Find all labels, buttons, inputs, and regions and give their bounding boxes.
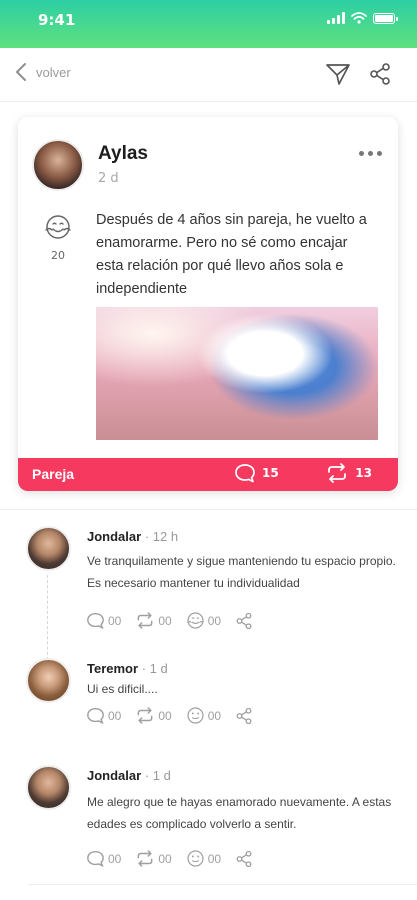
wifi-icon [351, 12, 367, 24]
repost-count: 00 [158, 613, 172, 628]
avatar[interactable] [26, 526, 71, 571]
comment-header: Teremor · 1 d [87, 661, 168, 676]
comment-author[interactable]: Jondalar [87, 529, 141, 544]
reply-button[interactable]: 00 [86, 850, 121, 867]
react-button[interactable]: 00 [186, 849, 221, 868]
divider [0, 509, 417, 510]
repost-button[interactable]: 00 [135, 850, 172, 867]
hug-emoji-icon [186, 612, 204, 629]
post-footer: Pareja 15 13 [18, 458, 398, 491]
repost-count: 00 [158, 708, 172, 723]
repost-count: 00 [158, 851, 172, 866]
comment-actions: 00 00 00 [86, 706, 253, 725]
reaction-count: 00 [207, 613, 222, 628]
comment: Teremor · 1 d Ui es dificil.... 00 00 00 [0, 658, 417, 738]
emoji-icon [187, 707, 204, 724]
nav-actions [325, 62, 391, 86]
reply-count: 00 [108, 613, 122, 628]
hug-emoji-icon [45, 215, 71, 239]
comment-text: Ui es dificil.... [87, 682, 158, 696]
top-nav: volver [0, 48, 417, 102]
more-icon[interactable] [355, 147, 386, 160]
comment: Jondalar · 12 h Ve tranquilamente y sigu… [0, 524, 417, 640]
reaction-count: 00 [207, 851, 222, 866]
shares-count: 13 [355, 466, 372, 480]
comment-actions: 00 00 00 [86, 849, 253, 868]
status-icons [327, 12, 398, 24]
status-bar: 9:41 [0, 0, 417, 48]
reply-button[interactable]: 00 [86, 612, 121, 629]
repost-button[interactable]: 13 [325, 463, 372, 483]
back-button[interactable]: volver [14, 62, 71, 82]
repost-icon [328, 463, 347, 483]
comment-text: Ve tranquilamente y sigue manteniendo tu… [87, 554, 396, 590]
comment-icon [235, 464, 255, 483]
reply-count: 00 [108, 708, 122, 723]
repost-icon [137, 707, 153, 724]
comment-text: Me alegro que te hayas enamorado nuevame… [87, 795, 392, 831]
comment-author[interactable]: Jondalar [87, 768, 141, 783]
comment-author[interactable]: Teremor [87, 661, 138, 676]
comments-count: 15 [262, 466, 279, 480]
back-chevron-icon [16, 63, 26, 81]
reply-button[interactable]: 00 [86, 707, 121, 724]
status-time: 9:41 [38, 11, 76, 29]
reaction-count: 00 [207, 708, 222, 723]
comment-time: · 12 h [144, 529, 179, 544]
signal-icon [327, 12, 345, 24]
repost-icon [137, 612, 153, 629]
comment-time: · 1 d [144, 768, 171, 783]
reply-count: 00 [108, 851, 122, 866]
post-image[interactable] [96, 307, 378, 440]
post-card[interactable]: Aylas 2 d 20 Después de 4 años sin parej… [18, 117, 398, 491]
react-button[interactable]: 00 [186, 706, 221, 725]
repost-button[interactable]: 00 [135, 707, 172, 724]
repost-button[interactable]: 00 [135, 612, 172, 629]
comment-icon [87, 612, 104, 629]
comment-actions: 00 00 00 [86, 611, 253, 630]
avatar[interactable] [26, 658, 71, 703]
post-reaction[interactable]: 20 [40, 213, 76, 262]
post-time: 2 d [98, 171, 119, 186]
share-icon[interactable] [369, 62, 391, 86]
share-icon[interactable] [235, 612, 253, 630]
post-category[interactable]: Pareja [32, 466, 74, 482]
post-author[interactable]: Aylas [98, 143, 148, 165]
send-icon[interactable] [325, 62, 351, 86]
comment-header: Jondalar · 1 d [87, 768, 171, 783]
react-button[interactable]: 00 [186, 611, 221, 630]
share-icon[interactable] [235, 850, 253, 868]
avatar[interactable] [26, 765, 71, 810]
comment-icon [87, 707, 104, 724]
back-label: volver [36, 64, 71, 80]
repost-icon [137, 850, 153, 867]
emoji-icon [187, 850, 204, 867]
reaction-count: 20 [51, 249, 65, 262]
avatar[interactable] [32, 139, 84, 191]
comment-time: · 1 d [141, 661, 168, 676]
comment-header: Jondalar · 12 h [87, 529, 178, 544]
share-icon[interactable] [235, 707, 253, 725]
comments-button[interactable]: 15 [234, 463, 279, 483]
comment-icon [87, 850, 104, 867]
post-text: Después de 4 años sin pareja, he vuelto … [96, 212, 367, 297]
comment: Jondalar · 1 d Me alegro que te hayas en… [0, 765, 417, 875]
battery-icon [373, 12, 398, 24]
divider [28, 884, 417, 885]
